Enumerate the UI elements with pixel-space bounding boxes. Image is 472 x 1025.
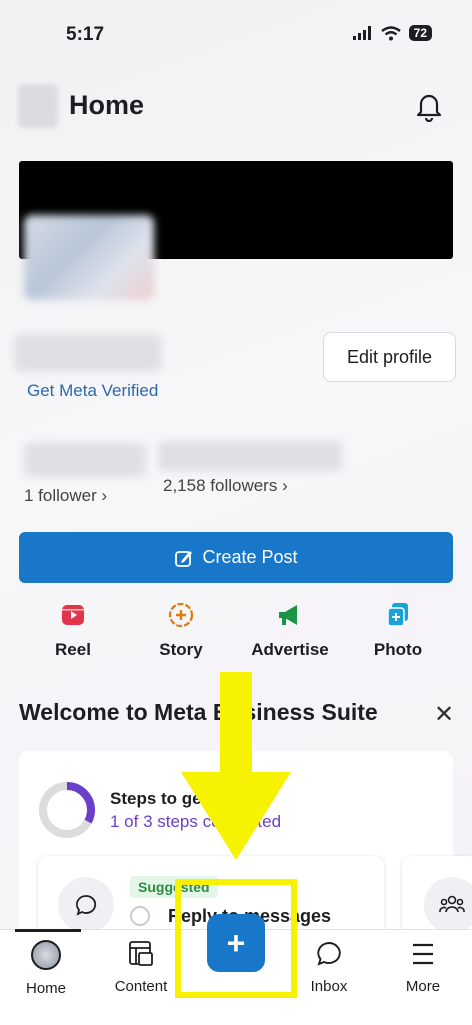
nav-home[interactable]: Home bbox=[6, 940, 86, 997]
group-icon bbox=[424, 877, 472, 933]
chevron-right-icon: › bbox=[101, 486, 108, 505]
bell-icon[interactable] bbox=[415, 92, 443, 122]
action-story[interactable]: Story bbox=[136, 602, 226, 660]
wifi-icon bbox=[380, 25, 401, 40]
action-reel[interactable]: Reel bbox=[28, 602, 118, 660]
compose-icon bbox=[175, 550, 193, 567]
nav-label: Home bbox=[25, 980, 66, 997]
stat-blurred bbox=[24, 443, 146, 477]
menu-icon bbox=[413, 943, 433, 965]
photo-icon bbox=[385, 602, 411, 628]
avatar bbox=[31, 940, 61, 970]
chevron-right-icon: › bbox=[282, 476, 288, 495]
action-label: Story bbox=[159, 640, 203, 659]
battery-indicator: 72 bbox=[408, 25, 432, 41]
create-post-button[interactable]: Create Post bbox=[19, 532, 453, 583]
action-label: Reel bbox=[55, 640, 91, 659]
signal-icon bbox=[352, 26, 371, 40]
action-advertise[interactable]: Advertise bbox=[245, 602, 335, 660]
nav-label: Inbox bbox=[310, 978, 348, 995]
nav-label: Content bbox=[114, 978, 168, 995]
action-label: Advertise bbox=[251, 640, 329, 659]
nav-label: More bbox=[405, 978, 441, 995]
action-photo[interactable]: Photo bbox=[353, 602, 443, 660]
close-icon[interactable]: ✕ bbox=[434, 700, 454, 729]
followers-link[interactable]: 1 follower › bbox=[24, 486, 107, 506]
active-tab-indicator bbox=[15, 929, 81, 932]
nav-inbox[interactable]: Inbox bbox=[289, 940, 369, 995]
create-post-label: Create Post bbox=[202, 547, 298, 567]
action-label: Photo bbox=[373, 640, 423, 659]
nav-content[interactable]: Content bbox=[101, 940, 181, 995]
story-icon bbox=[168, 602, 194, 628]
get-meta-verified-link[interactable]: Get Meta Verified bbox=[27, 381, 158, 401]
page-avatar[interactable] bbox=[18, 84, 58, 128]
edit-profile-button[interactable]: Edit profile bbox=[323, 332, 456, 382]
page-name-blurred bbox=[14, 334, 162, 372]
progress-ring bbox=[39, 782, 95, 838]
content-icon bbox=[129, 941, 153, 966]
followers-count: 1 follower bbox=[24, 486, 97, 505]
chat-icon bbox=[317, 942, 341, 966]
reel-icon bbox=[60, 602, 86, 628]
profile-picture[interactable] bbox=[24, 215, 154, 300]
stat-blurred bbox=[158, 441, 342, 471]
annotation-highlight-box bbox=[175, 879, 297, 998]
followers-count: 2,158 followers bbox=[163, 476, 278, 495]
nav-more[interactable]: More bbox=[383, 940, 463, 995]
status-icons: 72 bbox=[352, 25, 432, 41]
message-icon bbox=[58, 877, 114, 933]
status-time: 5:17 bbox=[66, 24, 105, 45]
megaphone-icon bbox=[277, 602, 303, 628]
checkbox-circle-icon[interactable] bbox=[130, 906, 150, 926]
followers-link[interactable]: 2,158 followers › bbox=[163, 476, 288, 496]
page-title: Home bbox=[69, 90, 145, 120]
annotation-arrow bbox=[181, 672, 291, 860]
